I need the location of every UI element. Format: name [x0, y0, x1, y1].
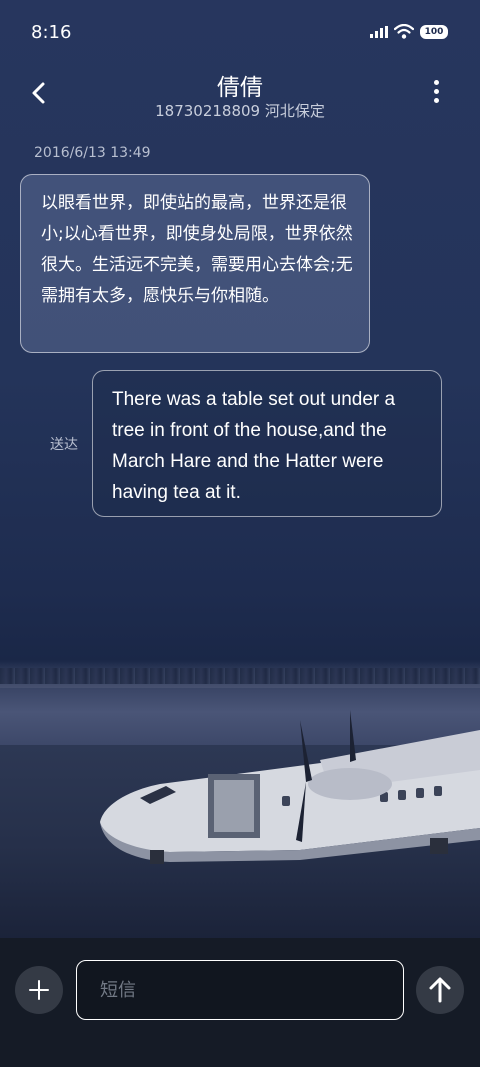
send-button[interactable] — [416, 966, 464, 1014]
arrow-up-icon — [429, 977, 451, 1003]
delivery-status: 送达 — [50, 437, 78, 453]
contact-name: 倩倩 — [217, 75, 263, 101]
more-vertical-icon — [428, 80, 444, 103]
wifi-icon — [394, 24, 414, 39]
signal-icon — [370, 25, 388, 38]
wallpaper-treeline — [0, 668, 480, 684]
contact-number-location: 18730218809 河北保定 — [155, 102, 325, 120]
status-icons: 100 — [370, 24, 448, 39]
incoming-message-bubble[interactable]: 以眼看世界，即使站的最高，世界还是很小;以心看世界，即使身处局限，世界依然很大。… — [20, 174, 370, 353]
airplane-image — [100, 710, 480, 864]
outgoing-message-bubble[interactable]: There was a table set out under a tree i… — [92, 370, 442, 517]
conversation-header: 倩倩 18730218809 河北保定 — [0, 66, 480, 126]
add-attachment-button[interactable] — [15, 966, 63, 1014]
status-bar: 8:16 100 — [0, 0, 480, 66]
battery-icon: 100 — [420, 24, 448, 39]
message-input[interactable] — [76, 960, 404, 1020]
composer-bar — [0, 938, 480, 1067]
status-time: 8:16 — [31, 22, 72, 43]
message-timestamp: 2016/6/13 13:49 — [34, 145, 151, 161]
more-options-button[interactable] — [428, 80, 444, 108]
